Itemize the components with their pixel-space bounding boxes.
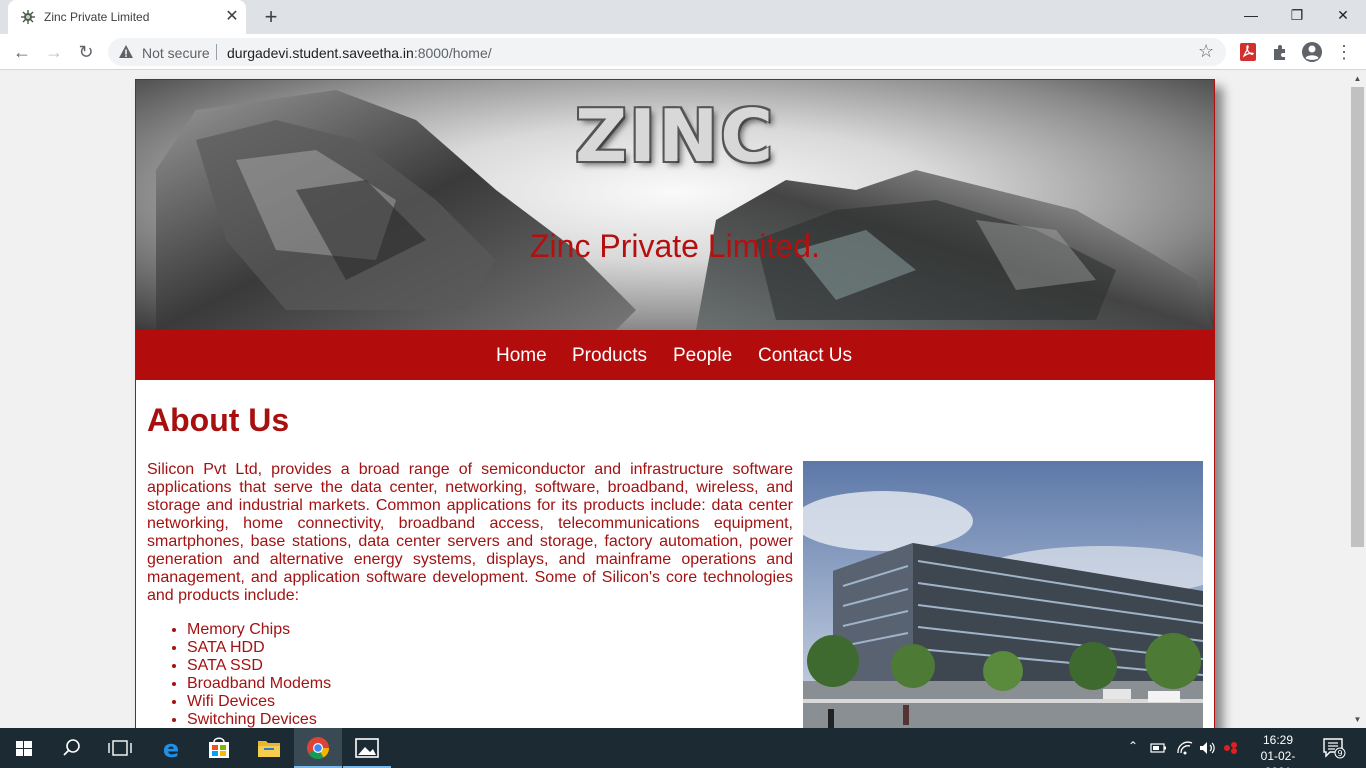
list-item: Switching Devices xyxy=(187,711,331,728)
new-tab-button[interactable]: + xyxy=(259,5,283,29)
zinc-favicon-icon xyxy=(21,10,35,24)
scroll-down-arrow-icon[interactable]: ▼ xyxy=(1349,711,1366,728)
task-view-icon[interactable] xyxy=(96,728,144,768)
notification-count: 9 xyxy=(1337,749,1342,758)
page-scrollbar[interactable]: ▲ ▼ xyxy=(1349,70,1366,728)
browser-tab-strip: Zinc Private Limited ✕ + — ❐ ✕ xyxy=(0,0,1366,34)
windows-taskbar: e ⌃ 16:29 01-02- 9 xyxy=(0,728,1366,768)
system-clock[interactable]: 16:29 01-02-2021 xyxy=(1250,732,1306,768)
close-window-button[interactable]: ✕ xyxy=(1320,0,1366,30)
list-item: SATA HDD xyxy=(187,639,331,657)
banner-company-title: Zinc Private Limited. xyxy=(530,228,820,264)
warning-triangle-icon xyxy=(119,45,133,58)
battery-icon[interactable] xyxy=(1150,741,1168,755)
nav-link-contact-us[interactable]: Contact Us xyxy=(758,345,852,367)
about-paragraph: Silicon Pvt Ltd, provides a broad range … xyxy=(147,461,793,604)
volume-icon[interactable] xyxy=(1198,739,1216,757)
url-path: :8000/home/ xyxy=(413,45,492,61)
browser-toolbar: ← → ↻ Not secure durgadevi.student.savee… xyxy=(0,34,1366,70)
restore-window-button[interactable]: ❐ xyxy=(1274,0,1320,30)
wifi-icon[interactable] xyxy=(1176,739,1194,757)
back-arrow-icon[interactable]: ← xyxy=(10,40,34,64)
clock-time: 16:29 xyxy=(1262,733,1294,747)
nav-link-products[interactable]: Products xyxy=(572,345,647,367)
scrollbar-thumb[interactable] xyxy=(1351,87,1364,547)
address-bar[interactable]: Not secure durgadevi.student.saveetha.in… xyxy=(108,38,1226,66)
bookmark-star-icon[interactable]: ☆ xyxy=(1198,41,1214,62)
edge-browser-icon[interactable]: e xyxy=(147,728,195,768)
scroll-up-arrow-icon[interactable]: ▲ xyxy=(1349,70,1366,87)
puzzle-extensions-icon[interactable] xyxy=(1270,42,1290,62)
url-text[interactable]: durgadevi.student.saveetha.in:8000/home/ xyxy=(227,45,492,61)
zinc-logo-text: ZINC xyxy=(574,94,776,178)
profile-avatar-icon[interactable] xyxy=(1301,41,1323,63)
about-us-heading: About Us xyxy=(147,402,290,438)
list-item: Memory Chips xyxy=(187,621,331,639)
svg-text:e: e xyxy=(163,735,179,763)
search-icon[interactable] xyxy=(48,728,96,768)
tab-title: Zinc Private Limited xyxy=(44,10,150,24)
office-building-image xyxy=(803,461,1203,728)
store-icon[interactable] xyxy=(195,728,243,768)
minimize-window-button[interactable]: — xyxy=(1228,0,1274,30)
kebab-menu-icon[interactable]: ⋮ xyxy=(1332,40,1356,64)
photos-app-icon[interactable] xyxy=(343,728,391,768)
nav-link-home[interactable]: Home xyxy=(496,345,547,367)
reload-icon[interactable]: ↻ xyxy=(74,40,98,64)
list-item: Wifi Devices xyxy=(187,693,331,711)
not-secure-label[interactable]: Not secure xyxy=(142,45,210,61)
browser-tab[interactable]: Zinc Private Limited ✕ xyxy=(8,0,246,34)
product-list: Memory Chips SATA HDD SATA SSD Broadband… xyxy=(187,621,331,728)
page-container: ZINC Zinc Private Limited. Home Products… xyxy=(135,79,1215,728)
url-host: durgadevi.student.saveetha.in xyxy=(227,45,414,61)
omnibox-divider xyxy=(216,44,217,60)
list-item: SATA SSD xyxy=(187,657,331,675)
list-item: Broadband Modems xyxy=(187,675,331,693)
page-viewport: ZINC Zinc Private Limited. Home Products… xyxy=(0,70,1349,728)
tray-chevron-up-icon[interactable]: ⌃ xyxy=(1128,739,1138,768)
clock-date: 01-02-2021 xyxy=(1260,749,1296,768)
nav-link-people[interactable]: People xyxy=(673,345,732,367)
pdf-extension-icon[interactable] xyxy=(1238,42,1258,62)
app-tray-icon[interactable] xyxy=(1222,739,1240,757)
main-navigation: Home Products People Contact Us xyxy=(136,330,1214,380)
forward-arrow-icon[interactable]: → xyxy=(42,40,66,64)
tab-close-icon[interactable]: ✕ xyxy=(222,7,242,27)
header-banner: ZINC Zinc Private Limited. xyxy=(136,80,1214,330)
file-explorer-icon[interactable] xyxy=(245,728,293,768)
notification-center-icon[interactable]: 9 xyxy=(1322,737,1346,759)
chrome-browser-icon[interactable] xyxy=(294,728,342,768)
windows-start-icon[interactable] xyxy=(0,728,48,768)
